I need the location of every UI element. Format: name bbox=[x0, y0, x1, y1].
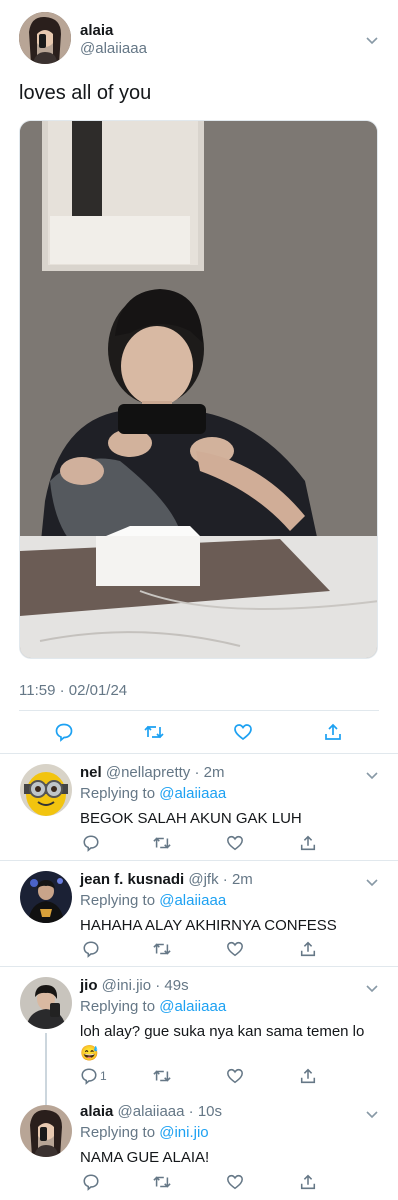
like-icon[interactable] bbox=[224, 1171, 246, 1193]
reply-header: alaia @alaiiaaa · 10s bbox=[80, 1103, 222, 1120]
author-handle[interactable]: @jfk bbox=[188, 871, 218, 888]
reply-tweet[interactable]: nel @nellapretty · 2m Replying to @alaii… bbox=[0, 754, 398, 860]
like-icon[interactable] bbox=[224, 938, 246, 960]
tweet-text: loves all of you bbox=[19, 82, 152, 104]
reply-actions bbox=[80, 832, 320, 854]
reply-tweet[interactable]: alaia @alaiiaaa · 10s Replying to @ini.j… bbox=[0, 1093, 398, 1200]
tweet-photo[interactable] bbox=[19, 120, 378, 659]
reply-header: jean f. kusnadi @jfk · 2m bbox=[80, 871, 253, 888]
retweet-icon[interactable] bbox=[151, 1065, 173, 1087]
like-icon[interactable] bbox=[232, 721, 254, 743]
chevron-down-icon[interactable] bbox=[365, 981, 379, 993]
share-icon[interactable] bbox=[297, 938, 319, 960]
reply-header: jio @ini.jio · 49s bbox=[80, 977, 189, 994]
reply-icon[interactable] bbox=[80, 1171, 102, 1193]
replying-to: Replying to @alaiiaaa bbox=[80, 785, 226, 802]
reply-text: BEGOK SALAH AKUN GAK LUH bbox=[80, 810, 302, 827]
chevron-down-icon[interactable] bbox=[365, 1107, 379, 1119]
avatar[interactable] bbox=[19, 12, 71, 64]
reply-time[interactable]: · 49s bbox=[155, 977, 188, 994]
retweet-icon[interactable] bbox=[143, 721, 165, 743]
reply-actions: 1 bbox=[80, 1065, 320, 1087]
mention-link[interactable]: @alaiiaaa bbox=[159, 892, 226, 909]
author-handle[interactable]: @alaiiaaa bbox=[118, 1103, 185, 1120]
retweet-icon[interactable] bbox=[151, 1171, 173, 1193]
reply-actions bbox=[80, 1171, 320, 1193]
avatar[interactable] bbox=[20, 871, 72, 923]
replying-prefix: Replying to bbox=[80, 1124, 160, 1141]
reply-tweet[interactable]: jean f. kusnadi @jfk · 2m Replying to @a… bbox=[0, 861, 398, 966]
reply-icon[interactable] bbox=[80, 832, 102, 854]
replying-to: Replying to @alaiiaaa bbox=[80, 998, 226, 1015]
tweet-timestamp[interactable]: 11:59 · 02/01/24 bbox=[19, 682, 127, 699]
author-name[interactable]: alaia bbox=[80, 22, 113, 39]
sweat-smile-emoji: 😅 bbox=[80, 1045, 99, 1062]
like-icon[interactable] bbox=[224, 1065, 246, 1087]
share-icon[interactable] bbox=[297, 1065, 319, 1087]
share-icon[interactable] bbox=[322, 721, 344, 743]
avatar[interactable] bbox=[20, 977, 72, 1029]
mention-link[interactable]: @alaiiaaa bbox=[159, 785, 226, 802]
chevron-down-icon[interactable] bbox=[365, 875, 379, 887]
replying-prefix: Replying to bbox=[80, 892, 160, 909]
chevron-down-icon[interactable] bbox=[365, 768, 379, 780]
reply-time[interactable]: · 2m bbox=[194, 764, 224, 781]
replying-prefix: Replying to bbox=[80, 785, 160, 802]
avatar[interactable] bbox=[20, 1105, 72, 1157]
chevron-down-icon[interactable] bbox=[365, 33, 379, 45]
reply-text: loh alay? gue suka nya kan sama temen lo… bbox=[80, 1021, 380, 1065]
author-handle[interactable]: @nellapretty bbox=[106, 764, 190, 781]
reply-time[interactable]: · 2m bbox=[223, 871, 253, 888]
replying-to: Replying to @ini.jio bbox=[80, 1124, 209, 1141]
retweet-icon[interactable] bbox=[151, 938, 173, 960]
retweet-icon[interactable] bbox=[151, 832, 173, 854]
reply-text: NAMA GUE ALAIA! bbox=[80, 1149, 210, 1166]
avatar[interactable] bbox=[20, 764, 72, 816]
divider bbox=[19, 710, 379, 711]
reply-icon[interactable] bbox=[53, 721, 75, 743]
reply-icon[interactable] bbox=[80, 938, 102, 960]
mention-link[interactable]: @ini.jio bbox=[159, 1124, 208, 1141]
author-name[interactable]: alaia bbox=[80, 1103, 113, 1120]
author-name[interactable]: jio bbox=[80, 977, 98, 994]
share-icon[interactable] bbox=[297, 832, 319, 854]
author-handle[interactable]: @alaiiaaa bbox=[80, 40, 147, 57]
main-tweet: alaia @alaiiaaa loves all of you 11:59 ·… bbox=[0, 0, 398, 754]
reply-text: HAHAHA ALAY AKHIRNYA CONFESS bbox=[80, 917, 337, 934]
reply-text-content: loh alay? gue suka nya kan sama temen lo bbox=[80, 1023, 365, 1040]
reply-time[interactable]: · 10s bbox=[189, 1103, 222, 1120]
like-icon[interactable] bbox=[224, 832, 246, 854]
share-icon[interactable] bbox=[297, 1171, 319, 1193]
reply-count: 1 bbox=[100, 1069, 107, 1083]
mention-link[interactable]: @alaiiaaa bbox=[159, 998, 226, 1015]
reply-actions bbox=[80, 938, 320, 960]
reply-header: nel @nellapretty · 2m bbox=[80, 764, 224, 781]
replying-prefix: Replying to bbox=[80, 998, 160, 1015]
reply-icon[interactable]: 1 bbox=[80, 1065, 120, 1087]
author-name[interactable]: nel bbox=[80, 764, 102, 781]
author-handle[interactable]: @ini.jio bbox=[102, 977, 151, 994]
replying-to: Replying to @alaiiaaa bbox=[80, 892, 226, 909]
reply-tweet[interactable]: jio @ini.jio · 49s Replying to @alaiiaaa… bbox=[0, 967, 398, 1105]
author-name[interactable]: jean f. kusnadi bbox=[80, 871, 184, 888]
